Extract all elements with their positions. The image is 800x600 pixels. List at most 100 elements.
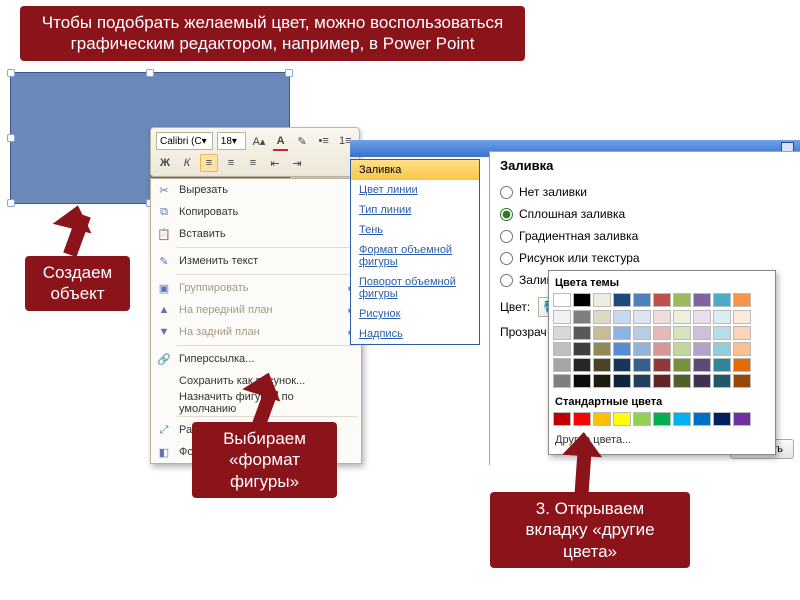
color-swatch[interactable] bbox=[733, 310, 751, 324]
grow-font-button[interactable]: A▴ bbox=[250, 132, 268, 150]
color-swatch[interactable] bbox=[593, 412, 611, 426]
radio-solid-fill[interactable]: Сплошная заливка bbox=[500, 203, 790, 225]
menu-edit-text[interactable]: ✎Изменить текст bbox=[151, 250, 361, 272]
menu-cut[interactable]: ✂Вырезать bbox=[151, 179, 361, 201]
color-swatch[interactable] bbox=[633, 412, 651, 426]
color-swatch[interactable] bbox=[653, 342, 671, 356]
color-swatch[interactable] bbox=[613, 374, 631, 388]
resize-handle[interactable] bbox=[7, 134, 15, 142]
font-name-combo[interactable]: Calibri (С ▾ bbox=[156, 132, 213, 150]
italic-button[interactable]: К bbox=[178, 154, 196, 172]
resize-handle[interactable] bbox=[146, 69, 154, 77]
color-swatch[interactable] bbox=[613, 326, 631, 340]
color-swatch[interactable] bbox=[653, 293, 671, 307]
color-swatch[interactable] bbox=[553, 326, 571, 340]
align-left-button[interactable]: ≡ bbox=[222, 154, 240, 172]
color-swatch[interactable] bbox=[673, 293, 691, 307]
color-swatch[interactable] bbox=[633, 374, 651, 388]
color-swatch[interactable] bbox=[553, 342, 571, 356]
color-swatch[interactable] bbox=[693, 412, 711, 426]
color-swatch[interactable] bbox=[673, 326, 691, 340]
color-swatch[interactable] bbox=[713, 326, 731, 340]
color-swatch[interactable] bbox=[573, 293, 591, 307]
color-swatch[interactable] bbox=[593, 326, 611, 340]
color-swatch[interactable] bbox=[593, 358, 611, 372]
category-fill[interactable]: Заливка bbox=[351, 160, 479, 180]
color-swatch[interactable] bbox=[653, 358, 671, 372]
font-size-combo[interactable]: 18 ▾ bbox=[217, 132, 246, 150]
color-swatch[interactable] bbox=[733, 326, 751, 340]
color-swatch[interactable] bbox=[733, 342, 751, 356]
color-swatch[interactable] bbox=[673, 412, 691, 426]
color-swatch[interactable] bbox=[573, 412, 591, 426]
bullets-button[interactable]: •≡ bbox=[315, 132, 333, 150]
color-swatch[interactable] bbox=[573, 326, 591, 340]
category-3d-format[interactable]: Формат объемной фигуры bbox=[351, 240, 479, 272]
decrease-indent-button[interactable]: ⇤ bbox=[266, 154, 284, 172]
font-color-button[interactable]: A bbox=[272, 132, 290, 150]
color-swatch[interactable] bbox=[613, 310, 631, 324]
category-line-color[interactable]: Цвет линии bbox=[351, 180, 479, 200]
color-swatch[interactable] bbox=[673, 358, 691, 372]
color-swatch[interactable] bbox=[573, 310, 591, 324]
color-swatch[interactable] bbox=[633, 326, 651, 340]
color-swatch[interactable] bbox=[593, 342, 611, 356]
color-swatch[interactable] bbox=[653, 374, 671, 388]
color-swatch[interactable] bbox=[673, 342, 691, 356]
color-swatch[interactable] bbox=[693, 326, 711, 340]
color-swatch[interactable] bbox=[713, 358, 731, 372]
category-line-type[interactable]: Тип линии bbox=[351, 200, 479, 220]
resize-handle[interactable] bbox=[285, 69, 293, 77]
color-swatch[interactable] bbox=[713, 374, 731, 388]
color-swatch[interactable] bbox=[733, 358, 751, 372]
color-swatch[interactable] bbox=[633, 342, 651, 356]
color-swatch[interactable] bbox=[553, 310, 571, 324]
color-swatch[interactable] bbox=[713, 293, 731, 307]
color-swatch[interactable] bbox=[593, 374, 611, 388]
radio-no-fill[interactable]: Нет заливки bbox=[500, 181, 790, 203]
color-swatch[interactable] bbox=[733, 374, 751, 388]
menu-hyperlink[interactable]: 🔗Гиперссылка... bbox=[151, 348, 361, 370]
color-swatch[interactable] bbox=[653, 326, 671, 340]
color-swatch[interactable] bbox=[733, 293, 751, 307]
color-swatch[interactable] bbox=[613, 293, 631, 307]
category-picture[interactable]: Рисунок bbox=[351, 304, 479, 324]
color-swatch[interactable] bbox=[673, 310, 691, 324]
color-swatch[interactable] bbox=[713, 310, 731, 324]
color-swatch[interactable] bbox=[733, 412, 751, 426]
align-right-button[interactable]: ≡ bbox=[244, 154, 262, 172]
color-swatch[interactable] bbox=[713, 342, 731, 356]
bold-button[interactable]: Ж bbox=[156, 154, 174, 172]
menu-paste[interactable]: 📋Вставить bbox=[151, 223, 361, 245]
format-painter-button[interactable]: ✎ bbox=[293, 132, 311, 150]
color-swatch[interactable] bbox=[553, 374, 571, 388]
color-swatch[interactable] bbox=[633, 293, 651, 307]
color-swatch[interactable] bbox=[573, 358, 591, 372]
color-swatch[interactable] bbox=[633, 358, 651, 372]
color-swatch[interactable] bbox=[613, 358, 631, 372]
color-swatch[interactable] bbox=[693, 310, 711, 324]
resize-handle[interactable] bbox=[7, 199, 15, 207]
color-swatch[interactable] bbox=[613, 412, 631, 426]
color-swatch[interactable] bbox=[693, 342, 711, 356]
align-center-button[interactable]: ≡ bbox=[200, 154, 218, 172]
color-swatch[interactable] bbox=[573, 374, 591, 388]
category-3d-rotation[interactable]: Поворот объемной фигуры bbox=[351, 272, 479, 304]
menu-bring-front[interactable]: ▲На передний план▸ bbox=[151, 299, 361, 321]
color-swatch[interactable] bbox=[633, 310, 651, 324]
resize-handle[interactable] bbox=[7, 69, 15, 77]
color-swatch[interactable] bbox=[593, 310, 611, 324]
color-swatch[interactable] bbox=[553, 293, 571, 307]
radio-gradient-fill[interactable]: Градиентная заливка bbox=[500, 225, 790, 247]
category-textbox[interactable]: Надпись bbox=[351, 324, 479, 344]
increase-indent-button[interactable]: ⇥ bbox=[288, 154, 306, 172]
color-swatch[interactable] bbox=[693, 374, 711, 388]
color-swatch[interactable] bbox=[713, 412, 731, 426]
color-swatch[interactable] bbox=[673, 374, 691, 388]
color-swatch[interactable] bbox=[613, 342, 631, 356]
menu-copy[interactable]: ⧉Копировать bbox=[151, 201, 361, 223]
color-swatch[interactable] bbox=[573, 342, 591, 356]
color-swatch[interactable] bbox=[653, 310, 671, 324]
color-swatch[interactable] bbox=[553, 412, 571, 426]
color-swatch[interactable] bbox=[593, 293, 611, 307]
